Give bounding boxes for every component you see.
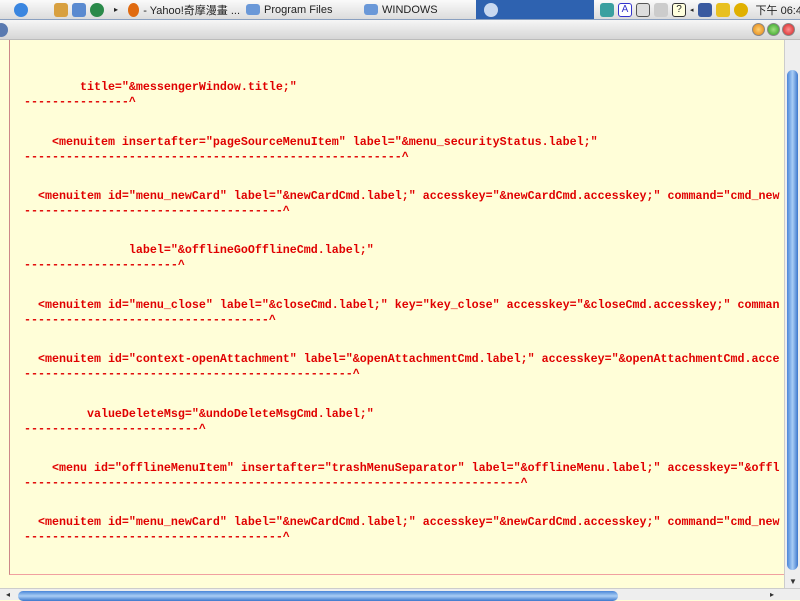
horizontal-scrollbar[interactable]: ◂ ▸ xyxy=(0,588,800,601)
help-icon[interactable]: ? xyxy=(672,2,686,17)
tools-icon[interactable] xyxy=(54,2,68,17)
input-mode-icon[interactable]: A xyxy=(618,2,632,17)
task-label: - Yahoo!奇摩漫畫 ... xyxy=(143,4,240,17)
vertical-scrollbar[interactable]: ▼ xyxy=(784,40,800,588)
vertical-scroll-thumb[interactable] xyxy=(787,70,798,570)
folder-icon xyxy=(364,4,378,15)
source-line: <menuitem id="menu_newCard" label="&newC… xyxy=(24,189,780,203)
clock: 下午 06:48 xyxy=(755,4,800,17)
window-app-icon[interactable] xyxy=(0,23,8,37)
taskbar: ▸ - Yahoo!奇摩漫畫 ... Program Files WINDOWS… xyxy=(0,0,800,20)
error-block: <menuitem id="context-openAttachment" la… xyxy=(24,352,779,381)
error-block: valueDeleteMsg="&undoDeleteMsgCmd.label;… xyxy=(24,407,374,436)
quicklaunch: ▸ xyxy=(54,0,118,19)
error-block: <menuitem id="menu_newCard" label="&newC… xyxy=(24,515,779,544)
source-line: <menu id="offlineMenuItem" insertafter="… xyxy=(24,461,780,475)
tray-expand-icon[interactable]: ◂ xyxy=(690,6,694,14)
source-line: <menuitem id="menu_newCard" label="&newC… xyxy=(24,515,780,529)
maximize-button[interactable] xyxy=(767,23,780,36)
source-line: <menuitem id="context-openAttachment" la… xyxy=(24,352,780,366)
scroll-down-icon[interactable]: ▼ xyxy=(789,577,797,586)
error-marker: ---------------^ xyxy=(24,94,136,109)
tray-tools: A ? xyxy=(600,0,686,19)
app-icon xyxy=(484,2,498,17)
error-marker: -------------------------^ xyxy=(24,421,206,436)
keyboard-icon[interactable] xyxy=(654,2,668,17)
error-marker: ----------------------------------------… xyxy=(24,475,528,490)
error-marker: -------------------------------------^ xyxy=(24,529,290,544)
scroll-right-icon[interactable]: ▸ xyxy=(770,590,774,599)
security-alert-icon[interactable] xyxy=(733,2,748,17)
source-line: <menuitem id="menu_close" label="&closeC… xyxy=(24,298,780,312)
close-button[interactable] xyxy=(782,23,795,36)
desktop-icon[interactable] xyxy=(72,2,86,17)
minimize-button[interactable] xyxy=(752,23,765,36)
error-block: <menu id="offlineMenuItem" insertafter="… xyxy=(24,461,779,490)
error-block: <menuitem id="menu_close" label="&closeC… xyxy=(24,298,779,327)
task-firefox[interactable]: - Yahoo!奇摩漫畫 ... xyxy=(128,0,240,19)
error-marker: ----------------------------------------… xyxy=(24,366,360,381)
error-block: label="&offlineGoOfflineCmd.label;" -----… xyxy=(24,243,374,272)
error-block: <menuitem insertafter="pageSourceMenuIte… xyxy=(24,135,598,164)
xml-error-view: title="&messengerWindow.title;" ---------… xyxy=(0,40,784,588)
network-icon[interactable] xyxy=(697,2,712,17)
error-block: title="&messengerWindow.title;" ---------… xyxy=(24,80,297,109)
apple-logo-icon xyxy=(14,2,28,17)
source-line: label="&offlineGoOfflineCmd.label;" xyxy=(24,243,374,257)
task-active[interactable] xyxy=(476,0,594,19)
source-line: <menuitem insertafter="pageSourceMenuIte… xyxy=(24,135,598,149)
folder-icon xyxy=(246,4,260,15)
globe-icon[interactable] xyxy=(90,2,104,17)
error-marker: -------------------------------------^ xyxy=(24,203,290,218)
network-warning-icon[interactable] xyxy=(715,2,730,17)
error-marker: -----------------------------------^ xyxy=(24,312,276,327)
source-line: title="&messengerWindow.title;" xyxy=(24,80,297,94)
half-width-icon[interactable] xyxy=(636,2,650,17)
expand-arrow-icon[interactable]: ▸ xyxy=(114,5,118,14)
task-label: WINDOWS xyxy=(382,3,438,16)
task-windows[interactable]: WINDOWS xyxy=(364,0,474,19)
window-titlebar xyxy=(0,20,800,40)
task-label: Program Files xyxy=(264,3,333,16)
firefox-icon xyxy=(128,2,140,17)
source-line: valueDeleteMsg="&undoDeleteMsgCmd.label;… xyxy=(24,407,374,421)
ime-icon[interactable] xyxy=(600,2,614,17)
scroll-left-icon[interactable]: ◂ xyxy=(6,590,10,599)
start-button[interactable] xyxy=(14,0,28,19)
error-block: <menuitem id="menu_newCard" label="&newC… xyxy=(24,189,779,218)
system-tray: ◂ 下午 06:48 xyxy=(690,0,800,19)
error-marker: ----------------------^ xyxy=(24,257,185,272)
task-program-files[interactable]: Program Files xyxy=(246,0,356,19)
error-marker: ----------------------------------------… xyxy=(24,149,409,164)
